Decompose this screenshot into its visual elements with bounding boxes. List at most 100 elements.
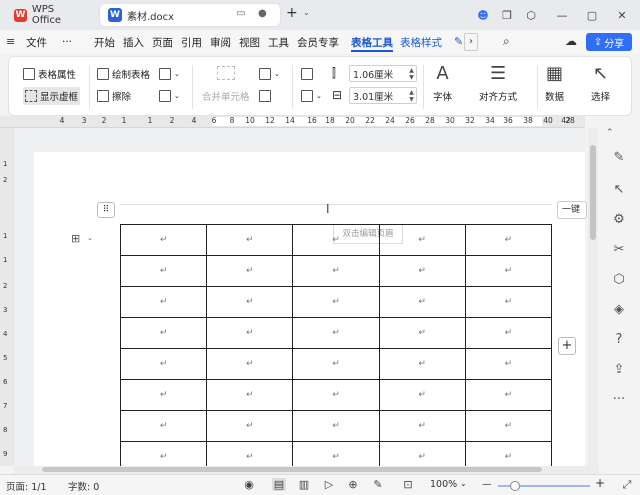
menu-insert[interactable]: 插入 bbox=[123, 30, 144, 54]
chevron-down-icon[interactable]: ⌄ bbox=[303, 8, 310, 17]
spin-arrows-icon[interactable]: ▲ ▼ bbox=[407, 89, 416, 103]
split-cells-dropdown[interactable]: ⌄ bbox=[259, 65, 280, 83]
chevron-down-icon[interactable]: ⌄ bbox=[460, 479, 467, 488]
edit-pen-icon[interactable]: ✎ bbox=[610, 148, 628, 166]
table-cell[interactable]: ↵ bbox=[119, 286, 208, 318]
table-cell[interactable]: ↵ bbox=[119, 255, 208, 287]
cloud-upload-icon[interactable]: ☁ bbox=[565, 34, 577, 48]
dot-icon[interactable]: ● bbox=[258, 8, 267, 19]
pointer-icon[interactable]: ↖ bbox=[610, 180, 628, 198]
table-cell[interactable]: ↵ bbox=[119, 379, 208, 411]
menu-table-tools[interactable]: 表格工具 bbox=[351, 30, 393, 54]
table-cell[interactable]: ↵ bbox=[464, 410, 553, 442]
menu-tools[interactable]: 工具 bbox=[268, 30, 289, 54]
chevron-up-icon[interactable]: ⌃ bbox=[606, 128, 614, 138]
table-cell[interactable]: ↵ bbox=[119, 348, 208, 380]
sliders-icon[interactable]: ⚙ bbox=[610, 210, 628, 228]
minimize-icon[interactable]: — bbox=[555, 8, 569, 22]
menu-view[interactable]: 视图 bbox=[239, 30, 260, 54]
table-cell[interactable]: ↵ bbox=[378, 224, 466, 256]
cube-icon[interactable]: ⬡ bbox=[524, 8, 538, 22]
row-height-stepper[interactable]: 1.06厘米 ▲ ▼ bbox=[349, 65, 417, 82]
fit-page-icon[interactable]: ⊡ bbox=[401, 478, 415, 491]
insert-table-dropdown[interactable]: ⌄ bbox=[159, 65, 180, 83]
menu-reference[interactable]: 引用 bbox=[181, 30, 202, 54]
show-grid-button[interactable]: 显示虚框 bbox=[23, 87, 81, 105]
play-icon[interactable]: ▷ bbox=[322, 478, 336, 491]
web-view-icon[interactable]: ⊕ bbox=[346, 478, 360, 491]
menu-page[interactable]: 页面 bbox=[152, 30, 173, 54]
table-cell[interactable]: ↵ bbox=[464, 224, 553, 256]
new-tab-button[interactable]: + bbox=[286, 5, 298, 21]
table-cell[interactable]: ↵ bbox=[206, 317, 294, 349]
align-table-dropdown[interactable]: ⌄ bbox=[301, 87, 322, 105]
table-cell[interactable]: ↵ bbox=[464, 348, 553, 380]
delete-table-dropdown[interactable]: ⌄ bbox=[159, 87, 180, 105]
table-cell[interactable]: ↵ bbox=[119, 410, 208, 442]
select-button[interactable]: ↖ 选择 bbox=[591, 63, 610, 103]
table-cell[interactable]: ↵ bbox=[292, 224, 380, 256]
table-properties-button[interactable]: 表格属性 bbox=[23, 65, 76, 83]
close-icon[interactable]: ✕ bbox=[615, 8, 629, 22]
search-icon[interactable]: ⌕ bbox=[503, 34, 510, 49]
table-cell[interactable]: ↵ bbox=[206, 286, 294, 318]
more-icon[interactable]: ··· bbox=[610, 390, 628, 408]
split-table-button[interactable] bbox=[259, 87, 271, 105]
draw-table-button[interactable]: 绘制表格 bbox=[97, 65, 150, 83]
erase-button[interactable]: 擦除 bbox=[97, 87, 131, 105]
table-layout-icon[interactable]: ⊞ bbox=[71, 232, 80, 245]
merge-cells-button[interactable]: 合并单元格 bbox=[202, 87, 250, 105]
table-cell[interactable]: ↵ bbox=[206, 255, 294, 287]
table-cell[interactable]: ↵ bbox=[119, 317, 208, 349]
table-cell[interactable]: ↵ bbox=[378, 410, 466, 442]
chevron-down-icon[interactable]: ⌄ bbox=[87, 234, 93, 242]
table-cell[interactable]: ↵ bbox=[464, 317, 553, 349]
table-cell[interactable]: ↵ bbox=[378, 379, 466, 411]
layers-icon[interactable]: ◈ bbox=[610, 300, 628, 318]
vertical-scroll-thumb[interactable] bbox=[590, 145, 596, 240]
menu-more[interactable]: ··· bbox=[62, 30, 72, 54]
font-button[interactable]: A 字体 bbox=[433, 63, 452, 103]
horizontal-scroll-thumb[interactable] bbox=[42, 467, 542, 472]
pen-icon[interactable]: ✎ bbox=[454, 35, 463, 48]
zoom-out-button[interactable]: — bbox=[482, 479, 492, 490]
hamburger-icon[interactable]: ≡ bbox=[6, 35, 15, 48]
distribute-rows-button[interactable] bbox=[301, 65, 313, 83]
table-cell[interactable]: ↵ bbox=[292, 255, 380, 287]
table-move-handle[interactable]: ⠿ bbox=[97, 202, 115, 218]
one-key-button[interactable]: 一键 bbox=[557, 201, 587, 219]
table-cell[interactable]: ↵ bbox=[292, 410, 380, 442]
monitor-icon[interactable]: ▭ bbox=[236, 8, 245, 19]
table-cell[interactable]: ↵ bbox=[378, 348, 466, 380]
book-view-icon[interactable]: ▥ bbox=[297, 478, 311, 491]
data-button[interactable]: ▦ 数据 bbox=[545, 63, 564, 103]
table-cell[interactable]: ↵ bbox=[378, 317, 466, 349]
menu-table-style[interactable]: 表格样式 bbox=[400, 30, 442, 54]
menu-review[interactable]: 审阅 bbox=[210, 30, 231, 54]
tab-wps-office[interactable]: W WPS Office bbox=[6, 4, 94, 26]
table-cell[interactable]: ↵ bbox=[464, 286, 553, 318]
page-view-icon[interactable]: ▤ bbox=[272, 478, 286, 491]
eye-icon[interactable]: ◉ bbox=[242, 478, 256, 491]
tools-icon[interactable]: ✂ bbox=[610, 240, 628, 258]
assistant-icon[interactable]: ☻ bbox=[476, 8, 490, 22]
fullscreen-icon[interactable]: ⤢ bbox=[620, 478, 634, 492]
menu-member[interactable]: 会员专享 bbox=[297, 30, 339, 54]
zoom-slider-thumb[interactable] bbox=[510, 481, 520, 491]
table-cell[interactable]: ↵ bbox=[378, 255, 466, 287]
table-cell[interactable]: ↵ bbox=[292, 286, 380, 318]
table-cell[interactable]: ↵ bbox=[206, 348, 294, 380]
spin-arrows-icon[interactable]: ▲ ▼ bbox=[407, 67, 416, 81]
share-button[interactable]: ⇪ 分享 bbox=[586, 33, 632, 51]
menu-file[interactable]: 文件 bbox=[26, 30, 47, 54]
pen-view-icon[interactable]: ✎ bbox=[371, 478, 385, 491]
maximize-icon[interactable]: ▢ bbox=[585, 8, 599, 22]
align-button[interactable]: ☰ 对齐方式 bbox=[479, 63, 517, 103]
table-cell[interactable]: ↵ bbox=[206, 410, 294, 442]
table-cell[interactable]: ↵ bbox=[464, 255, 553, 287]
menu-start[interactable]: 开始 bbox=[94, 30, 115, 54]
column-width-stepper[interactable]: 3.01厘米 ▲ ▼ bbox=[349, 87, 417, 104]
table-cell[interactable]: ↵ bbox=[464, 379, 553, 411]
zoom-in-button[interactable]: + bbox=[595, 476, 605, 490]
tab-document[interactable]: W 素材.docx ▭ ● bbox=[100, 4, 280, 26]
